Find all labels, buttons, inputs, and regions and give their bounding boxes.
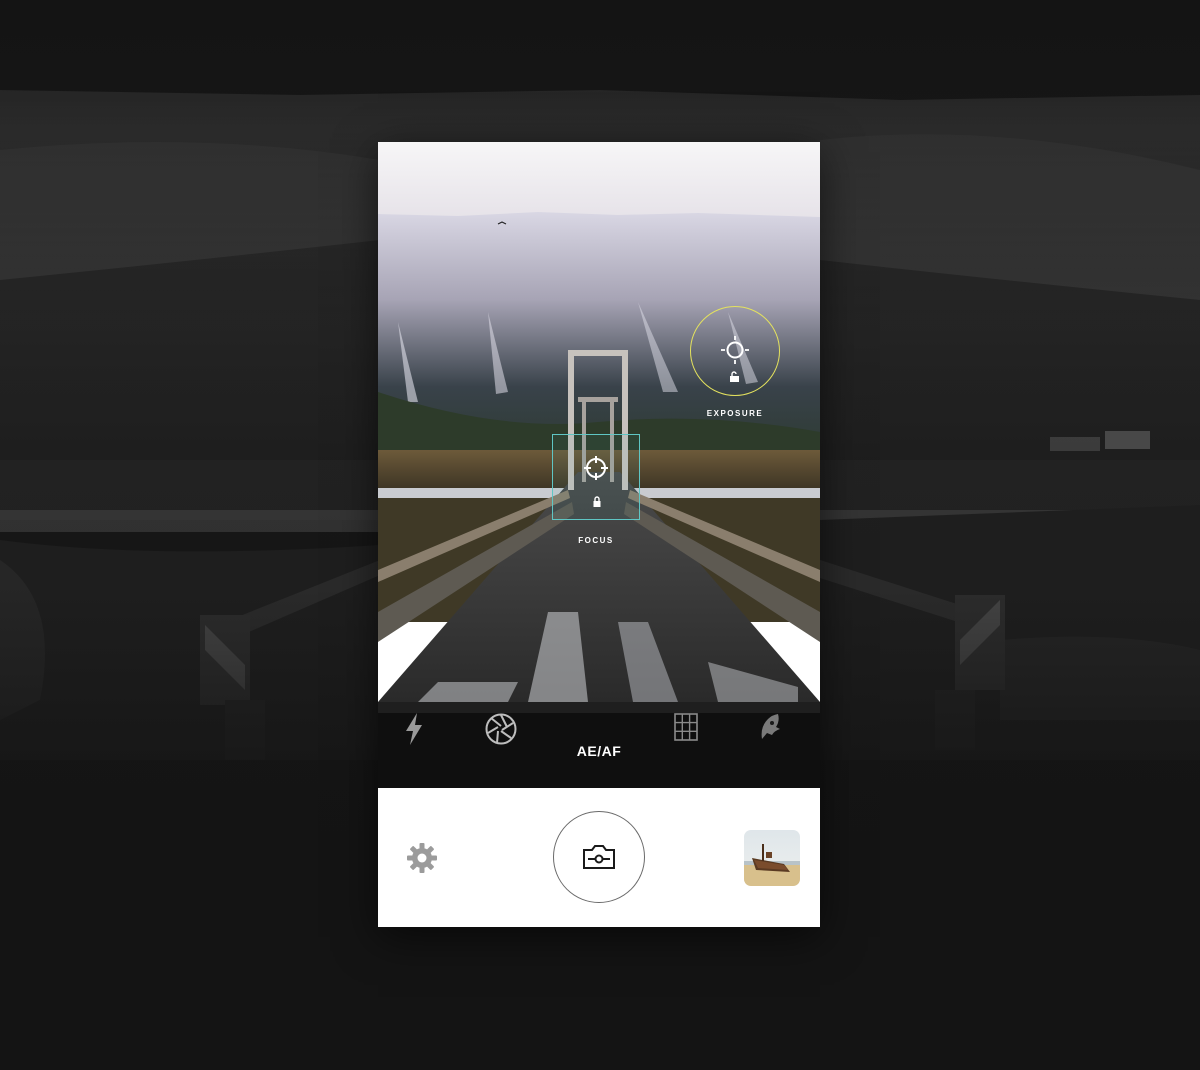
aperture-button[interactable]: [485, 713, 521, 788]
unlock-icon: [730, 371, 739, 382]
exposure-label: EXPOSURE: [706, 409, 764, 418]
sun-icon: [721, 336, 749, 364]
camera-app: FOCUS EXPOSURE AE/AF: [378, 142, 820, 927]
shutter-button[interactable]: [553, 811, 645, 903]
grid-icon: [674, 713, 698, 741]
flash-icon: [406, 713, 422, 745]
camera-toolbar: AE/AF: [378, 713, 820, 788]
capture-controls: [378, 788, 820, 927]
gallery-thumbnail[interactable]: [744, 830, 800, 886]
viewfinder[interactable]: FOCUS EXPOSURE AE/AF: [378, 142, 820, 788]
gear-icon: [407, 843, 437, 873]
focus-reticle[interactable]: [552, 434, 640, 520]
camera-icon: [583, 845, 615, 869]
focus-label: FOCUS: [578, 536, 614, 545]
aperture-icon: [485, 713, 517, 745]
grid-button[interactable]: [674, 713, 710, 788]
ghost-mode-button[interactable]: [758, 713, 794, 788]
crosshair-icon: [584, 456, 608, 480]
last-photo-thumbnail: [744, 830, 800, 886]
ae-af-lock-button[interactable]: AE/AF: [564, 713, 634, 788]
exposure-reticle[interactable]: [690, 306, 780, 396]
ghost-icon: [761, 714, 780, 739]
flash-button[interactable]: [404, 713, 440, 788]
lock-icon: [593, 496, 601, 507]
settings-button[interactable]: [406, 842, 438, 874]
